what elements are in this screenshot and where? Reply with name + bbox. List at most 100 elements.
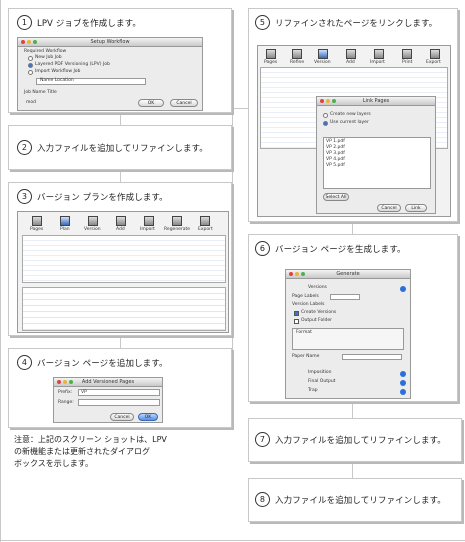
step-number-badge: 6 xyxy=(255,241,270,256)
toolbar-label: Version xyxy=(314,60,331,65)
radio-new-job[interactable] xyxy=(28,56,33,61)
info-icon[interactable] xyxy=(400,380,406,386)
footer-row: Imposition xyxy=(308,370,332,375)
footer-row: Trap xyxy=(308,388,318,393)
note-line: の新機能または更新されたダイアログ xyxy=(14,447,150,456)
refine-toolbar-icon[interactable] xyxy=(292,49,302,59)
step-3-heading: 3 バージョン プランを作成します。 xyxy=(17,189,168,204)
toolbar-label: Print xyxy=(402,60,413,65)
step-label: 入力ファイルを追加してリファインします。 xyxy=(275,435,446,446)
dialog-title: Setup Workflow xyxy=(90,39,130,45)
step-number-badge: 7 xyxy=(255,432,270,447)
paper-name-input[interactable] xyxy=(342,354,402,360)
add-versioned-pages-dialog: Add Versioned Pages Prefix: VP Range: Ca… xyxy=(53,377,163,423)
step-label: 入力ファイルを追加してリファインします。 xyxy=(275,495,446,506)
radio-create-layers[interactable] xyxy=(323,113,328,118)
dialog-title: Generate xyxy=(336,271,360,277)
info-icon[interactable] xyxy=(400,389,406,395)
connector-line xyxy=(352,402,353,418)
step-7-heading: 7 入力ファイルを追加してリファインします。 xyxy=(255,432,446,447)
import-toolbar-icon[interactable] xyxy=(144,216,154,226)
export-toolbar-icon[interactable] xyxy=(200,216,210,226)
info-icon[interactable] xyxy=(400,286,406,292)
title-bar: Setup Workflow xyxy=(18,38,202,47)
connector-line xyxy=(352,462,353,478)
connector-line xyxy=(0,0,1,542)
toolbar-label: Export xyxy=(198,227,213,232)
step-label: バージョン ページを追加します。 xyxy=(37,358,168,369)
step-8-heading: 8 入力ファイルを追加してリファインします。 xyxy=(255,492,446,507)
export-toolbar-icon[interactable] xyxy=(430,49,440,59)
cancel-button[interactable]: Cancel xyxy=(170,99,198,107)
import-toolbar-icon[interactable] xyxy=(374,49,384,59)
plan-table-top xyxy=(22,235,226,283)
note-text: 注意：上記のスクリーン ショットは、LPV の新機能または更新されたダイアログ … xyxy=(14,434,224,470)
prefix-value: VP xyxy=(81,390,87,395)
toolbar-label: Plan xyxy=(60,227,70,232)
pages-toolbar-icon[interactable] xyxy=(32,216,42,226)
step-number-badge: 2 xyxy=(17,140,32,155)
step-5-box: 5 リファインされたページをリンクします。 Pages Refine Versi… xyxy=(248,8,458,222)
step-6-box: 6 バージョン ページを生成します。 Generate Versions Pag… xyxy=(248,234,458,402)
version-plan-window: Pages Plan Version Add Import Regenerate… xyxy=(17,211,229,333)
radio-current-layer[interactable] xyxy=(323,121,328,126)
add-toolbar-icon[interactable] xyxy=(116,216,126,226)
radio-import-job[interactable] xyxy=(28,70,33,75)
link-pages-dialog: Link Pages Create new layers Use current… xyxy=(316,96,436,214)
pages-toolbar-icon[interactable] xyxy=(266,49,276,59)
prefix-input[interactable] xyxy=(78,389,160,396)
select-all-button[interactable]: Select All xyxy=(323,193,349,201)
create-versions-checkbox[interactable] xyxy=(294,311,299,316)
radio-lpv-job[interactable] xyxy=(28,63,33,68)
cancel-button[interactable]: Cancel xyxy=(110,413,134,421)
toolbar-label: Regenerate xyxy=(164,227,191,232)
link-button[interactable]: Link xyxy=(405,204,427,212)
plan-toolbar-icon[interactable] xyxy=(60,216,70,226)
connector-line xyxy=(232,108,233,428)
step-number-badge: 3 xyxy=(17,189,32,204)
title-bar: Add Versioned Pages xyxy=(54,378,162,387)
plan-table-bottom xyxy=(22,287,226,331)
step-1-box: 1 LPV ジョブを作成します。 Setup Workflow Required… xyxy=(8,8,232,113)
connector-line xyxy=(120,336,121,348)
setup-workflow-dialog: Setup Workflow Required Workflow New Job… xyxy=(17,37,203,111)
step-4-heading: 4 バージョン ページを追加します。 xyxy=(17,355,168,370)
step-number-badge: 4 xyxy=(17,355,32,370)
list-item[interactable]: VP 5.pdf xyxy=(326,163,345,169)
connector-line xyxy=(120,170,121,182)
prefix-label: Prefix: xyxy=(58,390,73,395)
version-toolbar-icon[interactable] xyxy=(318,49,328,59)
row-label: Version Labels xyxy=(292,302,325,307)
print-toolbar-icon[interactable] xyxy=(402,49,412,59)
step-label: 入力ファイルを追加してリファインします。 xyxy=(37,143,208,154)
generate-window: Generate Versions Page Labels Version La… xyxy=(285,269,411,399)
section-label: Versions xyxy=(308,285,327,290)
row-label: Output Folder xyxy=(301,318,332,323)
step-label: バージョン プランを作成します。 xyxy=(37,192,168,203)
info-icon[interactable] xyxy=(400,371,406,377)
range-input[interactable] xyxy=(78,399,160,406)
regenerate-toolbar-icon[interactable] xyxy=(172,216,182,226)
ok-button[interactable]: OK xyxy=(138,99,164,107)
radio-label: Use current layer xyxy=(330,120,369,125)
step-5-heading: 5 リファインされたページをリンクします。 xyxy=(255,15,437,30)
step-8-box: 8 入力ファイルを追加してリファインします。 xyxy=(248,478,462,522)
name-value: mod xyxy=(26,100,36,105)
version-toolbar-icon[interactable] xyxy=(88,216,98,226)
step-number-badge: 5 xyxy=(255,15,270,30)
cancel-button[interactable]: Cancel xyxy=(377,204,401,212)
radio-label: New Job Job xyxy=(35,55,62,60)
toolbar-label: Refine xyxy=(290,60,305,65)
step-number-badge: 8 xyxy=(255,492,270,507)
step-2-box: 2 入力ファイルを追加してリファインします。 xyxy=(8,125,232,170)
connector-line xyxy=(352,222,353,234)
field-label: Name Location xyxy=(40,78,74,83)
row-label: Create Versions xyxy=(301,310,337,315)
toolbar-label: Export xyxy=(426,60,441,65)
toolbar-label: Add xyxy=(346,60,355,65)
ok-button[interactable]: OK xyxy=(138,413,158,421)
page-labels-select[interactable] xyxy=(330,294,360,300)
add-toolbar-icon[interactable] xyxy=(346,49,356,59)
toolbar-label: Pages xyxy=(30,227,44,232)
option-checkbox[interactable] xyxy=(294,319,299,324)
